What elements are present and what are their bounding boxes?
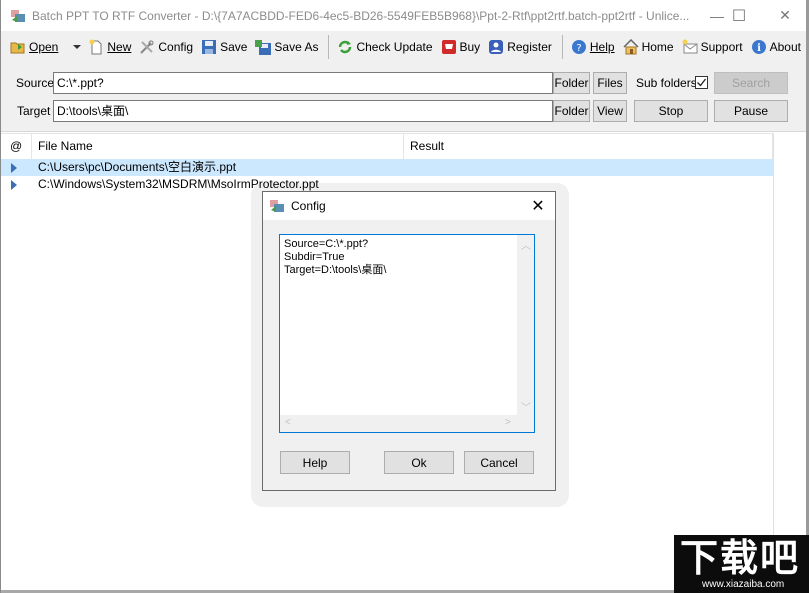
source-input[interactable]: C:\*.ppt? bbox=[53, 72, 553, 94]
column-header-file-name[interactable]: File Name bbox=[32, 134, 404, 159]
tools-icon bbox=[139, 39, 155, 55]
shopping-cart-icon bbox=[441, 39, 457, 55]
home-label: Home bbox=[641, 39, 674, 54]
dialog-cancel-button[interactable]: Cancel bbox=[464, 451, 534, 474]
svg-text:?: ? bbox=[576, 43, 581, 54]
config-button[interactable]: Config bbox=[136, 35, 196, 59]
help-button[interactable]: ? Help bbox=[568, 35, 618, 59]
about-button[interactable]: i About bbox=[748, 35, 804, 59]
open-folder-icon bbox=[10, 39, 26, 55]
source-label: Source bbox=[16, 76, 55, 90]
svg-text:i: i bbox=[757, 43, 761, 54]
maximize-button[interactable]: ☐ bbox=[716, 0, 762, 31]
save-as-label: Save As bbox=[274, 39, 319, 54]
target-label: Target bbox=[17, 104, 51, 118]
toolbar-separator bbox=[561, 34, 563, 59]
vertical-scrollbar[interactable]: ︿ ﹀ bbox=[517, 235, 534, 415]
main-window: Batch PPT TO RTF Converter - D:\{7A7ACBD… bbox=[0, 0, 809, 593]
help-label: Help bbox=[589, 39, 615, 54]
dialog-app-icon bbox=[269, 198, 285, 214]
buy-label: Buy bbox=[459, 39, 481, 54]
scroll-right-icon[interactable]: > bbox=[505, 417, 511, 428]
info-icon: i bbox=[751, 39, 767, 55]
maximize-icon: ☐ bbox=[731, 7, 747, 25]
close-icon: ✕ bbox=[531, 198, 545, 215]
save-button[interactable]: Save bbox=[198, 35, 250, 59]
scroll-up-icon[interactable]: ︿ bbox=[521, 237, 531, 252]
dropdown-arrow-icon bbox=[73, 44, 82, 49]
config-label: Config bbox=[158, 39, 194, 54]
row-pointer-icon bbox=[11, 163, 17, 173]
scroll-left-icon[interactable]: < bbox=[285, 417, 291, 428]
subfolders-label: Sub folders bbox=[636, 76, 697, 90]
toolbar-separator bbox=[328, 34, 330, 59]
list-right-margin bbox=[773, 133, 809, 593]
close-button[interactable]: ✕ bbox=[762, 0, 808, 31]
scroll-down-icon[interactable]: ﹀ bbox=[521, 399, 531, 414]
config-text-area[interactable]: Source=C:\*.ppt? Subdir=True Target=D:\t… bbox=[279, 234, 535, 433]
window-title: Batch PPT TO RTF Converter - D:\{7A7ACBD… bbox=[32, 8, 690, 23]
source-folder-button[interactable]: Folder bbox=[553, 72, 590, 94]
support-button[interactable]: Support bbox=[679, 35, 746, 59]
register-label: Register bbox=[507, 39, 552, 54]
stop-button[interactable]: Stop bbox=[634, 100, 708, 122]
save-label: Save bbox=[220, 39, 248, 54]
watermark-logo-text: 下载吧 bbox=[680, 536, 801, 580]
check-update-button[interactable]: Check Update bbox=[334, 35, 435, 59]
dialog-title: Config bbox=[291, 199, 326, 213]
save-as-icon bbox=[255, 39, 272, 55]
subfolders-checkbox[interactable] bbox=[695, 76, 708, 89]
column-header-status[interactable]: @ bbox=[1, 134, 32, 159]
help-icon: ? bbox=[571, 39, 587, 55]
save-as-button[interactable]: Save As bbox=[252, 35, 321, 59]
config-text: Source=C:\*.ppt? Subdir=True Target=D:\t… bbox=[284, 238, 387, 276]
pause-button[interactable]: Pause bbox=[714, 100, 788, 122]
view-button[interactable]: View bbox=[593, 100, 627, 122]
target-input[interactable]: D:\tools\桌面\ bbox=[53, 100, 553, 122]
list-header: @ File Name Result bbox=[1, 133, 773, 159]
list-row[interactable]: C:\Users\pc\Documents\空白演示.ppt bbox=[1, 159, 773, 176]
support-label: Support bbox=[700, 39, 743, 54]
new-file-icon bbox=[88, 39, 104, 55]
title-bar: Batch PPT TO RTF Converter - D:\{7A7ACBD… bbox=[1, 0, 809, 31]
app-icon bbox=[10, 8, 26, 24]
column-header-result[interactable]: Result bbox=[404, 134, 773, 159]
open-dropdown-button[interactable] bbox=[63, 35, 83, 59]
config-dialog: Config ✕ Source=C:\*.ppt? Subdir=True Ta… bbox=[262, 191, 556, 491]
refresh-icon bbox=[337, 39, 353, 55]
watermark-logo: 下载吧 www.xiazaiba.com bbox=[674, 535, 809, 593]
support-mail-icon bbox=[682, 39, 698, 55]
dialog-close-button[interactable]: ✕ bbox=[521, 192, 555, 220]
open-button[interactable]: Open bbox=[7, 35, 61, 59]
about-label: About bbox=[769, 39, 801, 54]
file-name-cell: C:\Users\pc\Documents\空白演示.ppt bbox=[38, 160, 237, 174]
home-button[interactable]: Home bbox=[620, 35, 677, 59]
toolbar: Open New Config Save Save As Check Updat… bbox=[1, 31, 809, 62]
row-pointer-icon bbox=[11, 180, 17, 190]
options-panel: Source C:\*.ppt? Folder Files Sub folder… bbox=[1, 62, 809, 132]
target-folder-button[interactable]: Folder bbox=[553, 100, 590, 122]
buy-button[interactable]: Buy bbox=[438, 35, 484, 59]
search-button[interactable]: Search bbox=[714, 72, 788, 94]
close-icon: ✕ bbox=[779, 7, 791, 23]
home-icon bbox=[623, 38, 639, 55]
new-label: New bbox=[107, 39, 132, 54]
register-user-icon bbox=[488, 39, 504, 55]
checkmark-icon bbox=[697, 78, 707, 87]
open-label: Open bbox=[29, 39, 59, 54]
dialog-help-button[interactable]: Help bbox=[280, 451, 350, 474]
horizontal-scrollbar[interactable]: < > bbox=[280, 415, 534, 432]
new-button[interactable]: New bbox=[85, 35, 134, 59]
files-button[interactable]: Files bbox=[593, 72, 627, 94]
save-disk-icon bbox=[201, 39, 217, 55]
register-button[interactable]: Register bbox=[485, 35, 555, 59]
watermark-url: www.xiazaiba.com bbox=[702, 579, 785, 590]
check-update-label: Check Update bbox=[356, 39, 433, 54]
dialog-title-bar: Config ✕ bbox=[263, 192, 555, 220]
dialog-ok-button[interactable]: Ok bbox=[384, 451, 454, 474]
